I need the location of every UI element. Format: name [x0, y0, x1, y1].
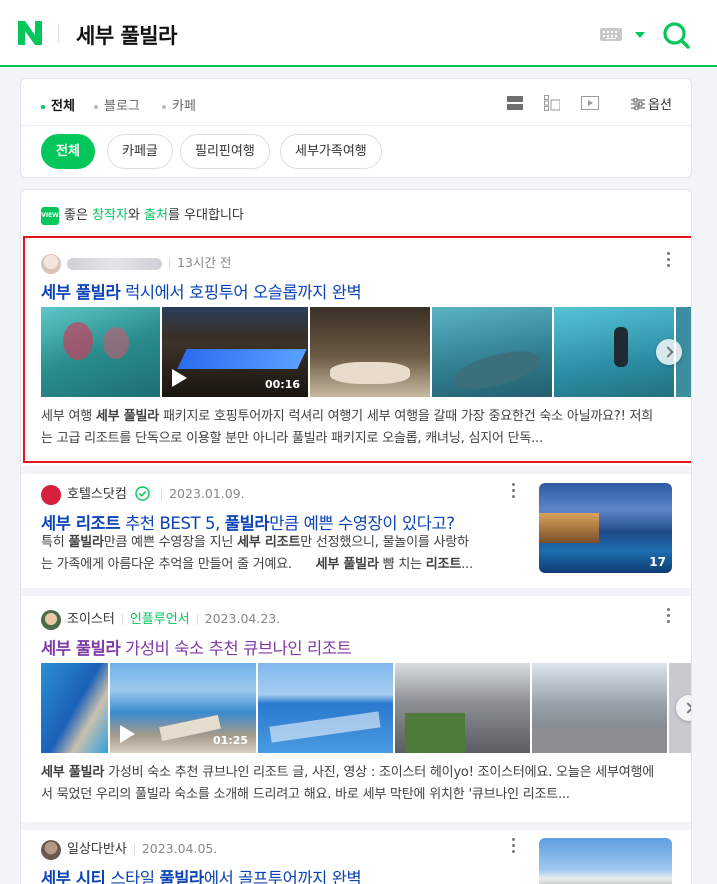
photo-lounge[interactable]: [310, 307, 430, 397]
next-arrow-icon[interactable]: [656, 339, 682, 365]
result-3-author[interactable]: 조이스터 인플루언서 2023.04.23.: [41, 608, 280, 630]
more-options-icon[interactable]: [512, 838, 516, 854]
sliders-icon: [631, 97, 645, 111]
tab-cafe[interactable]: 카페: [162, 95, 196, 114]
result-1-description: 세부 여행 세부 풀빌라 패키지로 호핑투어까지 럭셔리 여행기 세부 여행을 …: [41, 409, 654, 446]
more-options-icon[interactable]: [667, 608, 671, 624]
search-query[interactable]: 세부 풀빌라: [76, 20, 177, 50]
search-header: 세부 풀빌라: [0, 0, 717, 67]
chip-philippines-travel[interactable]: 필리핀여행: [180, 134, 270, 169]
view-badge-icon: VIEW: [41, 206, 59, 225]
hotels-com-avatar: [41, 484, 61, 505]
filter-panel: 전체 블로그 카페 옵션 전체 카페글 필리핀여행 세부가족여행: [20, 78, 692, 178]
more-options-icon[interactable]: [667, 252, 671, 268]
tab-blog[interactable]: 블로그: [94, 95, 140, 114]
avatar: [41, 609, 61, 630]
view-notice: VIEW 좋은 창작자와 출처를 우대합니다: [41, 206, 244, 225]
play-icon: [120, 725, 135, 743]
photo-pool-lane[interactable]: [41, 663, 108, 753]
thumbnail-view-icon[interactable]: [544, 95, 560, 111]
search-results-page: 세부 풀빌라 전체 블로그 카페 옵션 전체 카페글 필리핀여행 세부가족여행 …: [0, 0, 717, 884]
chip-cafe-posts[interactable]: 카페글: [107, 134, 173, 169]
play-icon: [172, 369, 187, 387]
creator-link[interactable]: 창작자: [92, 208, 128, 223]
list-view-icon[interactable]: [507, 95, 523, 111]
result-2-title[interactable]: 세부 리조트 추천 BEST 5, 풀빌라만큼 예쁜 수영장이 있다고?: [41, 510, 455, 534]
result-1-author[interactable]: 13시간 전: [41, 252, 231, 274]
chip-cebu-family-travel[interactable]: 세부가족여행: [280, 134, 382, 169]
filter-divider: [21, 125, 691, 126]
result-2-description: 특히 풀빌라만큼 예쁜 수영장을 지닌 세부 리조트만 선정했으니, 물놀이를 …: [41, 535, 473, 572]
verified-check-icon: [135, 486, 150, 501]
autocomplete-toggle-icon[interactable]: [635, 32, 645, 38]
avatar: [41, 839, 61, 860]
view-results-panel: VIEW 좋은 창작자와 출처를 우대합니다 13시간 전 세부 풀빌라 럭시에서…: [20, 189, 692, 884]
video-thumbnail[interactable]: 01:25: [110, 663, 256, 753]
tab-all[interactable]: 전체: [41, 95, 75, 114]
keyboard-icon[interactable]: [600, 28, 622, 41]
result-3-image-strip[interactable]: 01:25: [41, 663, 691, 753]
result-separator: [21, 466, 691, 474]
photo-cube-pool[interactable]: [258, 663, 393, 753]
options-button[interactable]: 옵션: [631, 94, 672, 113]
photo-whaleshark[interactable]: [432, 307, 552, 397]
photo-building[interactable]: [395, 663, 530, 753]
result-separator: [21, 822, 691, 830]
attendance-link[interactable]: 출처: [144, 208, 168, 223]
chip-all[interactable]: 전체: [41, 134, 95, 169]
result-1-title[interactable]: 세부 풀빌라 럭시에서 호핑투어 오슬롭까지 완벽: [41, 279, 362, 303]
photo-parking[interactable]: [532, 663, 667, 753]
video-thumbnail[interactable]: 00:16: [162, 307, 308, 397]
photo-snorkel[interactable]: [41, 307, 160, 397]
naver-logo[interactable]: [17, 20, 43, 46]
header-divider: [58, 25, 59, 43]
result-4-author[interactable]: 일상다반사 2023.04.05.: [41, 838, 217, 860]
result-2-thumbnail[interactable]: 17: [539, 483, 672, 573]
result-4-title[interactable]: 세부 시티 스타일 풀빌라에서 골프투어까지 완벽: [41, 865, 362, 884]
influencer-badge[interactable]: 인플루언서: [130, 612, 190, 627]
result-4-thumbnail[interactable]: [539, 838, 672, 884]
search-icon[interactable]: [662, 21, 690, 49]
avatar: [41, 253, 61, 274]
video-view-icon[interactable]: [581, 95, 599, 111]
result-3-title[interactable]: 세부 풀빌라 가성비 숙소 추천 큐브나인 리조트: [41, 635, 352, 659]
result-2-author[interactable]: 호텔스닷컴 2023.01.09.: [41, 483, 245, 505]
result-1-image-strip[interactable]: 00:16: [41, 307, 691, 397]
blurred-author-name: [67, 257, 162, 270]
result-3-description: 세부 풀빌라 가성비 숙소 추천 큐브나인 리조트 글, 사진, 영상 : 조이…: [41, 765, 655, 802]
more-options-icon[interactable]: [512, 483, 516, 499]
result-separator: [21, 588, 691, 596]
